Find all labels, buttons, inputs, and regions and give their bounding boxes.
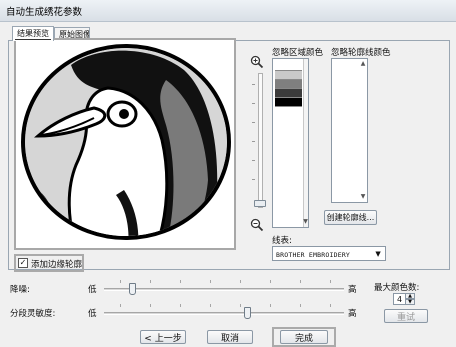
thread-chart-select[interactable]: BROTHER EMBROIDERY ▼ bbox=[272, 246, 386, 261]
noise-slider-thumb[interactable] bbox=[128, 283, 136, 295]
noise-tick bbox=[210, 280, 211, 283]
zoom-tick bbox=[252, 141, 255, 142]
sensitivity-tick bbox=[300, 304, 301, 307]
color-swatch[interactable] bbox=[275, 71, 302, 80]
finish-button[interactable]: 完成 bbox=[280, 330, 328, 344]
spin-down-icon[interactable]: ▼ bbox=[405, 299, 415, 305]
thread-chart-value: BROTHER EMBROIDERY bbox=[276, 251, 351, 259]
sensitivity-slider-thumb[interactable] bbox=[244, 307, 251, 319]
noise-tick bbox=[300, 280, 301, 283]
noise-tick bbox=[180, 280, 181, 283]
noise-tick bbox=[330, 280, 331, 283]
color-swatch[interactable] bbox=[275, 62, 302, 71]
sensitivity-high-label: 高 bbox=[348, 309, 357, 319]
color-swatch[interactable] bbox=[275, 89, 302, 98]
scroll-down-arrow-icon[interactable]: ▼ bbox=[303, 218, 308, 226]
thread-chart-label: 线表: bbox=[272, 236, 292, 246]
zoom-tick bbox=[252, 160, 255, 161]
zoom-in-icon[interactable] bbox=[250, 55, 264, 69]
segment-sensitivity-label: 分段灵敏度: bbox=[10, 309, 56, 319]
noise-slider-track[interactable] bbox=[104, 288, 344, 291]
noise-reduction-label: 降噪: bbox=[10, 285, 30, 295]
noise-high-label: 高 bbox=[348, 285, 357, 295]
noise-tick bbox=[120, 280, 121, 283]
sensitivity-tick bbox=[180, 304, 181, 307]
noise-low-label: 低 bbox=[88, 285, 97, 295]
add-outline-checkbox[interactable]: ✓ bbox=[18, 258, 28, 268]
penguin-image bbox=[21, 44, 231, 240]
color-swatch[interactable] bbox=[275, 98, 302, 107]
zoom-tick bbox=[252, 84, 255, 85]
add-outline-label: 添加边缘轮廓 bbox=[31, 260, 83, 270]
window-title-bar: 自动生成绣花参数 bbox=[0, 0, 456, 22]
zoom-slider-thumb[interactable] bbox=[254, 200, 266, 207]
create-outline-button[interactable]: 创建轮廓线... bbox=[324, 210, 377, 225]
ignore-region-color-label: 忽略区域颜色 bbox=[272, 48, 324, 58]
sensitivity-tick bbox=[210, 304, 211, 307]
sensitivity-tick bbox=[120, 304, 121, 307]
sensitivity-slider-track[interactable] bbox=[104, 312, 344, 315]
sensitivity-low-label: 低 bbox=[88, 309, 97, 319]
cancel-button[interactable]: 取消 bbox=[207, 330, 253, 344]
noise-tick bbox=[270, 280, 271, 283]
tab-active-indicator bbox=[15, 39, 51, 40]
preview-image bbox=[14, 38, 236, 250]
chevron-down-icon: ▼ bbox=[375, 250, 381, 258]
color-swatch[interactable] bbox=[275, 80, 302, 89]
outline-color-list[interactable]: ▲ ▼ bbox=[331, 58, 368, 203]
color-swatch-list bbox=[275, 62, 302, 107]
region-color-list[interactable]: ▼ bbox=[272, 58, 309, 228]
max-colors-label: 最大颜色数: bbox=[374, 283, 420, 293]
sensitivity-tick bbox=[150, 304, 151, 307]
scroll-down-arrow-icon[interactable]: ▼ bbox=[360, 193, 366, 201]
zoom-tick bbox=[252, 179, 255, 180]
region-list-scrollbar[interactable] bbox=[303, 59, 308, 227]
scroll-up-arrow-icon[interactable]: ▲ bbox=[360, 60, 366, 68]
sensitivity-tick bbox=[270, 304, 271, 307]
tab-result-preview[interactable]: 结果预览 bbox=[12, 26, 54, 41]
zoom-out-icon[interactable] bbox=[250, 218, 264, 232]
sensitivity-tick bbox=[330, 304, 331, 307]
window-title: 自动生成绣花参数 bbox=[6, 7, 83, 18]
zoom-tick bbox=[252, 103, 255, 104]
tab-label: 结果预览 bbox=[17, 29, 49, 38]
zoom-tick bbox=[252, 122, 255, 123]
ignore-outline-color-label: 忽略轮廓线颜色 bbox=[331, 48, 391, 58]
zoom-slider-track[interactable] bbox=[258, 73, 263, 208]
reset-button[interactable]: 重试 bbox=[384, 309, 428, 323]
noise-tick bbox=[240, 280, 241, 283]
checkmark-icon: ✓ bbox=[19, 258, 27, 267]
sensitivity-tick bbox=[240, 304, 241, 307]
back-button[interactable]: < 上一步 bbox=[140, 330, 186, 344]
noise-tick bbox=[150, 280, 151, 283]
